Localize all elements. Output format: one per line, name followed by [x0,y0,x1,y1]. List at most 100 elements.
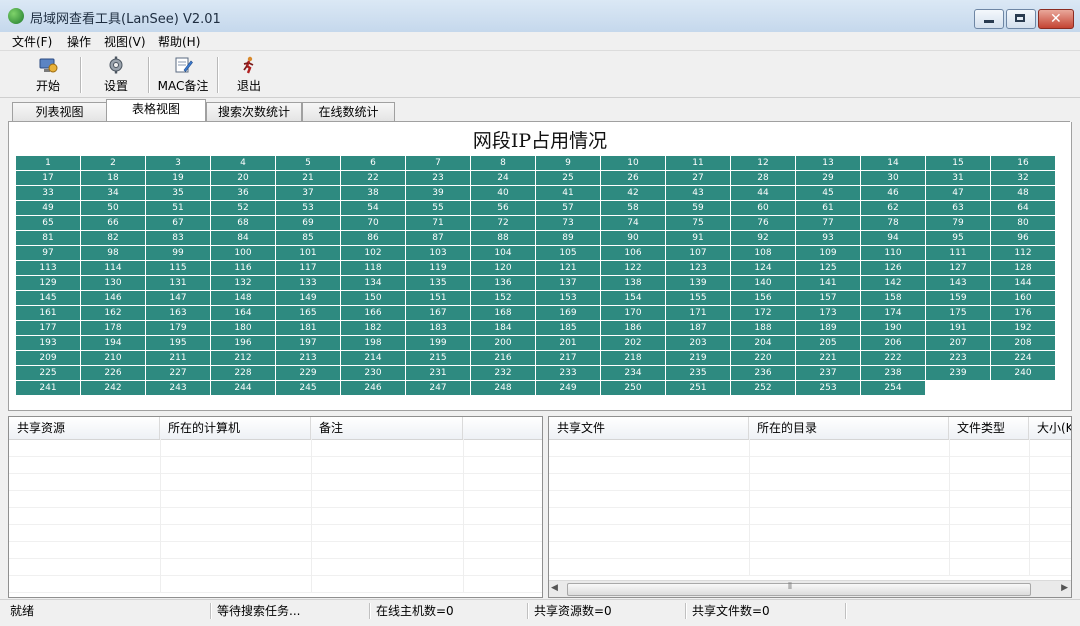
ip-cell[interactable]: 52 [211,201,275,215]
column-header-share-file[interactable]: 共享文件 [549,417,749,439]
ip-cell[interactable]: 213 [276,351,340,365]
ip-cell[interactable]: 101 [276,246,340,260]
ip-cell[interactable]: 57 [536,201,600,215]
ip-cell[interactable]: 121 [536,261,600,275]
ip-cell[interactable]: 4 [211,156,275,170]
ip-cell[interactable]: 229 [276,366,340,380]
ip-cell[interactable]: 22 [341,171,405,185]
ip-cell[interactable]: 191 [926,321,990,335]
ip-cell[interactable]: 142 [861,276,925,290]
ip-cell[interactable]: 46 [861,186,925,200]
ip-cell[interactable]: 114 [81,261,145,275]
ip-cell[interactable]: 120 [471,261,535,275]
ip-cell[interactable]: 81 [16,231,80,245]
ip-cell[interactable]: 215 [406,351,470,365]
ip-cell[interactable]: 239 [926,366,990,380]
ip-cell[interactable]: 180 [211,321,275,335]
ip-cell[interactable]: 107 [666,246,730,260]
ip-cell[interactable]: 48 [991,186,1055,200]
ip-cell[interactable]: 58 [601,201,665,215]
ip-cell[interactable]: 199 [406,336,470,350]
ip-cell[interactable]: 162 [81,306,145,320]
ip-cell[interactable]: 104 [471,246,535,260]
ip-cell[interactable]: 85 [276,231,340,245]
column-header-computer[interactable]: 所在的计算机 [160,417,311,439]
ip-cell[interactable]: 86 [341,231,405,245]
ip-cell[interactable]: 241 [16,381,80,395]
ip-cell[interactable]: 125 [796,261,860,275]
ip-cell[interactable]: 195 [146,336,210,350]
tab-online-count[interactable]: 在线数统计 [302,102,395,121]
menu-help[interactable]: 帮助(H) [158,33,200,50]
ip-cell[interactable]: 235 [666,366,730,380]
ip-cell[interactable]: 244 [211,381,275,395]
ip-cell[interactable]: 187 [666,321,730,335]
menu-file[interactable]: 文件(F) [12,33,52,50]
ip-cell[interactable]: 157 [796,291,860,305]
ip-cell[interactable]: 14 [861,156,925,170]
ip-cell[interactable]: 21 [276,171,340,185]
ip-cell[interactable]: 228 [211,366,275,380]
ip-cell[interactable]: 164 [211,306,275,320]
menu-view[interactable]: 视图(V) [104,33,146,50]
ip-cell[interactable]: 102 [341,246,405,260]
ip-cell[interactable]: 140 [731,276,795,290]
ip-cell[interactable]: 13 [796,156,860,170]
horizontal-scrollbar[interactable]: ◀ ⦀ ▶ [549,580,1071,597]
ip-cell[interactable]: 181 [276,321,340,335]
ip-cell[interactable]: 96 [991,231,1055,245]
ip-cell[interactable]: 182 [341,321,405,335]
ip-cell[interactable]: 42 [601,186,665,200]
ip-cell[interactable]: 172 [731,306,795,320]
ip-cell[interactable]: 247 [406,381,470,395]
tab-search-count[interactable]: 搜索次数统计 [206,102,302,121]
menu-operation[interactable]: 操作 [67,33,91,50]
ip-cell[interactable]: 15 [926,156,990,170]
ip-cell[interactable]: 249 [536,381,600,395]
ip-cell[interactable]: 61 [796,201,860,215]
ip-cell[interactable]: 189 [796,321,860,335]
ip-cell[interactable]: 206 [861,336,925,350]
ip-cell[interactable]: 18 [81,171,145,185]
ip-cell[interactable]: 95 [926,231,990,245]
ip-cell[interactable]: 45 [796,186,860,200]
ip-cell[interactable]: 184 [471,321,535,335]
ip-cell[interactable]: 144 [991,276,1055,290]
ip-cell[interactable]: 130 [81,276,145,290]
ip-cell[interactable]: 160 [991,291,1055,305]
ip-cell[interactable]: 222 [861,351,925,365]
scroll-thumb[interactable]: ⦀ [567,582,1031,596]
ip-cell[interactable]: 106 [601,246,665,260]
ip-cell[interactable]: 33 [16,186,80,200]
ip-cell[interactable]: 51 [146,201,210,215]
ip-cell[interactable]: 69 [276,216,340,230]
ip-cell[interactable]: 43 [666,186,730,200]
ip-cell[interactable]: 212 [211,351,275,365]
ip-cell[interactable]: 156 [731,291,795,305]
ip-cell[interactable]: 105 [536,246,600,260]
ip-cell[interactable]: 226 [81,366,145,380]
ip-cell[interactable]: 39 [406,186,470,200]
ip-cell[interactable]: 230 [341,366,405,380]
ip-cell[interactable]: 11 [666,156,730,170]
ip-cell[interactable]: 185 [536,321,600,335]
ip-cell[interactable]: 26 [601,171,665,185]
ip-cell[interactable]: 110 [861,246,925,260]
ip-cell[interactable]: 204 [731,336,795,350]
ip-cell[interactable]: 62 [861,201,925,215]
ip-cell[interactable]: 186 [601,321,665,335]
column-header-remark[interactable]: 备注 [311,417,463,439]
column-header-size[interactable]: 大小(K [1029,417,1071,439]
ip-cell[interactable]: 159 [926,291,990,305]
ip-cell[interactable]: 94 [861,231,925,245]
ip-cell[interactable]: 2 [81,156,145,170]
ip-cell[interactable]: 237 [796,366,860,380]
ip-cell[interactable]: 225 [16,366,80,380]
ip-cell[interactable]: 25 [536,171,600,185]
ip-cell[interactable]: 163 [146,306,210,320]
maximize-button[interactable] [1006,9,1036,29]
ip-cell[interactable]: 67 [146,216,210,230]
ip-cell[interactable]: 251 [666,381,730,395]
ip-cell[interactable]: 24 [471,171,535,185]
ip-cell[interactable]: 83 [146,231,210,245]
